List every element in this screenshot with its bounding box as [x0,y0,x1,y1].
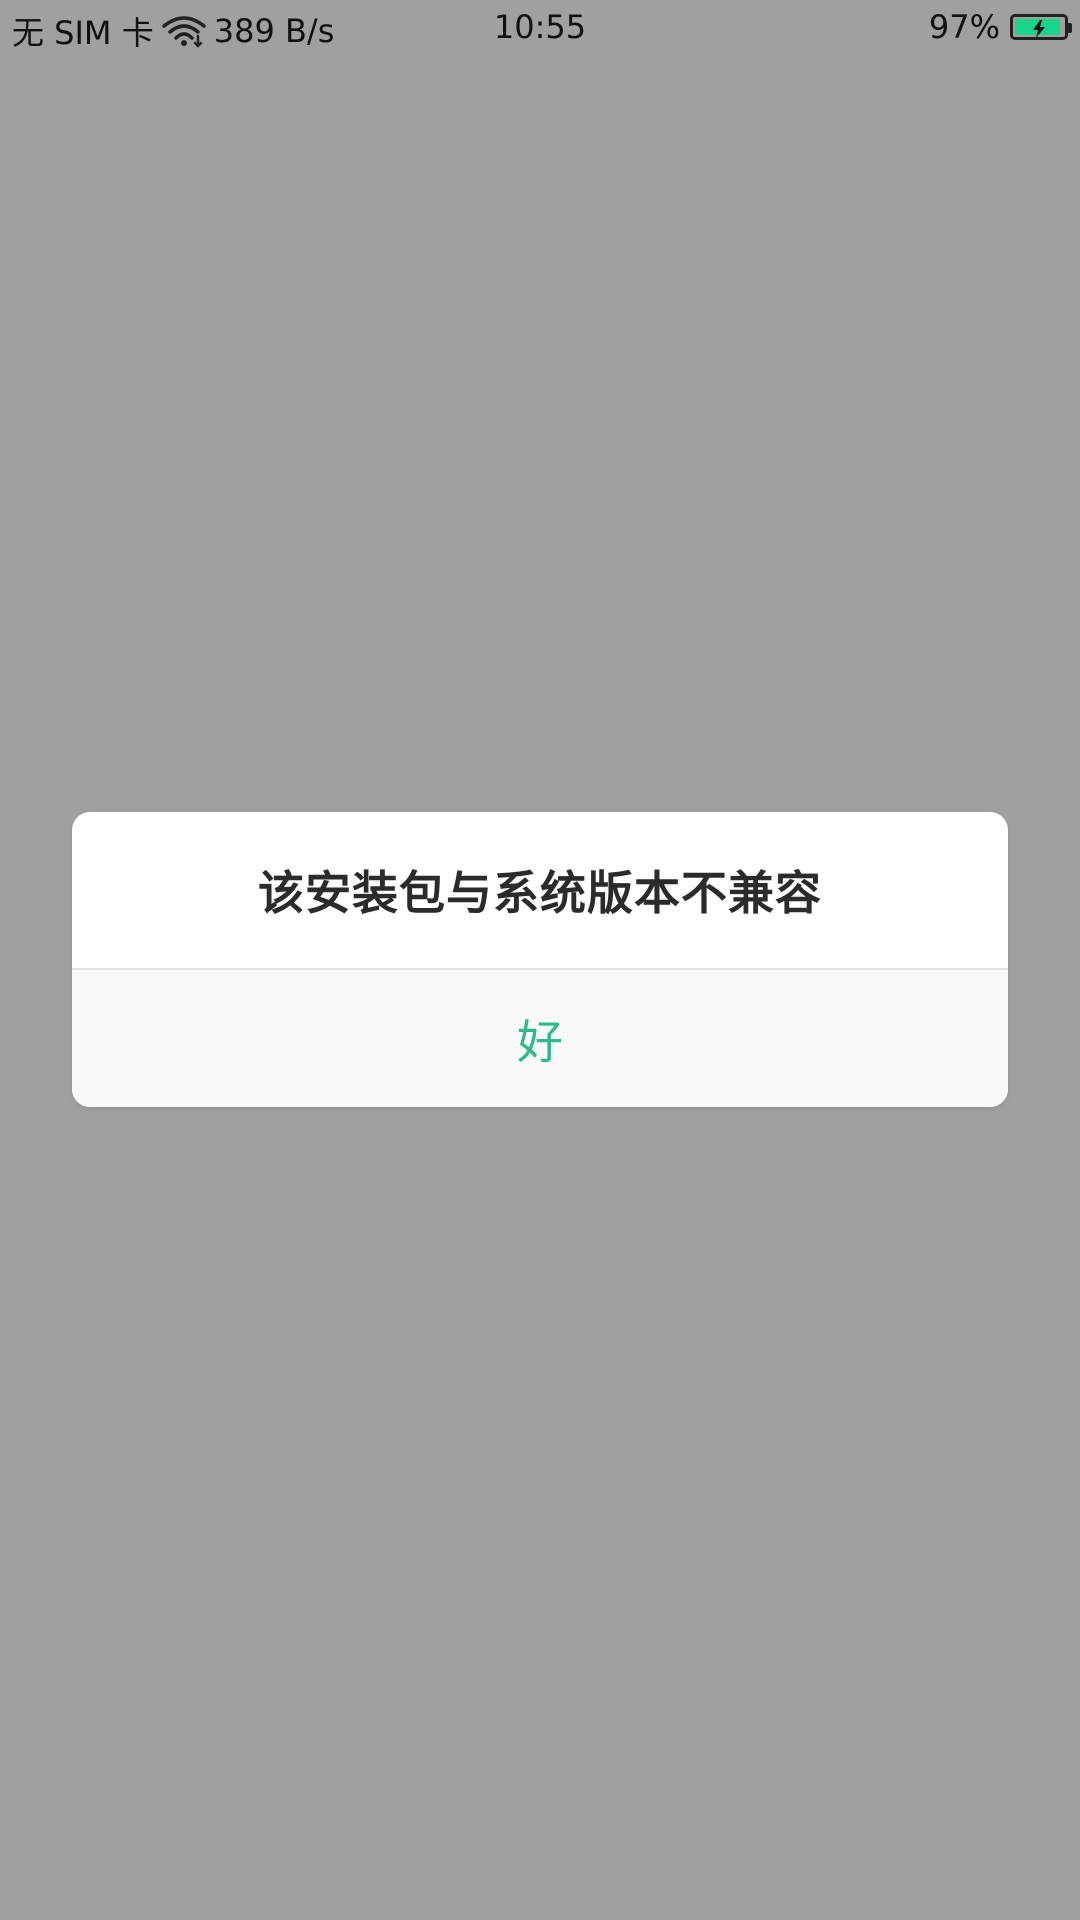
status-bar: 无 SIM 卡 389 B/s 10:55 97% [0,0,1080,56]
ok-button[interactable]: 好 [72,970,1008,1107]
clock: 10:55 [493,8,587,46]
battery-icon [1010,14,1072,40]
status-right: 97% [928,8,1072,46]
incompatible-package-dialog: 该安装包与系统版本不兼容 好 [72,812,1008,1107]
charging-bolt-icon [1032,8,1046,46]
battery-percent: 97% [928,8,1000,46]
battery-cap [1068,23,1072,33]
screen: 无 SIM 卡 389 B/s 10:55 97% 该安装包与系统版本不兼容 好 [0,0,1080,1920]
dialog-title: 该安装包与系统版本不兼容 [258,866,822,920]
